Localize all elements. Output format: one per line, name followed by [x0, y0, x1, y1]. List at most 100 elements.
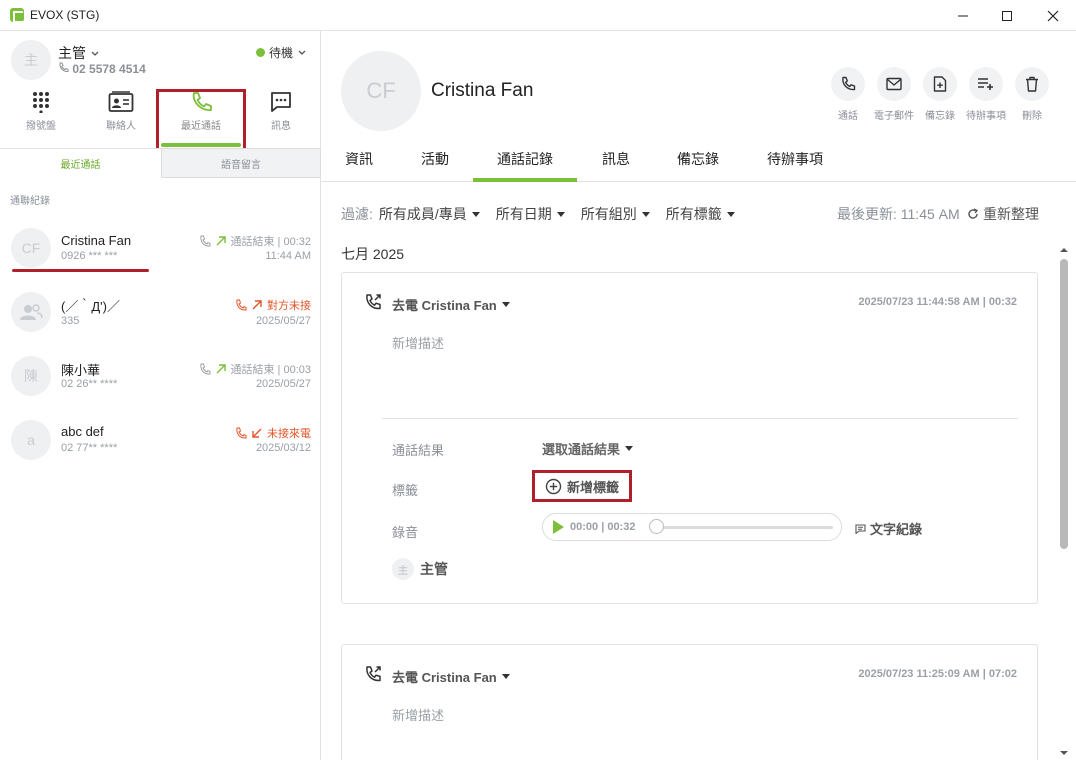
nav-messages[interactable]: 訊息 [241, 91, 321, 141]
play-icon[interactable] [553, 520, 564, 534]
group-icon [20, 304, 43, 320]
call-list-item[interactable]: 陳 陳小華 02 26** **** 通話結束 | 00:03 2025/05/… [0, 345, 321, 407]
tab-call-log[interactable]: 通話記錄 [473, 149, 577, 182]
outgoing-arrow-icon [252, 300, 262, 310]
add-tag-button[interactable]: 新增標籤 [532, 470, 632, 502]
call-time: 2025/05/27 [255, 378, 311, 390]
recording-label: 錄音 [392, 525, 419, 540]
refresh-button[interactable]: 重新整理 [967, 204, 1039, 224]
outgoing-arrow-icon [216, 236, 226, 246]
description-input[interactable]: 新增描述 [392, 705, 444, 724]
title-bar: EVOX (STG) [0, 0, 1076, 31]
email-action-button[interactable]: 電子郵件 [872, 67, 916, 122]
transcript-icon [855, 523, 866, 534]
window-title: EVOX (STG) [30, 8, 100, 22]
dialpad-icon [33, 92, 49, 113]
plus-circle-icon [545, 478, 562, 494]
caret-down-icon [501, 302, 510, 307]
tab-info[interactable]: 資訊 [345, 149, 373, 182]
tab-activity[interactable]: 活動 [421, 149, 449, 182]
call-action-button[interactable]: 通話 [826, 67, 870, 122]
note-action-button[interactable]: 備忘錄 [918, 67, 962, 122]
scroll-up-icon[interactable] [1057, 245, 1071, 255]
note-add-icon [933, 76, 947, 92]
maximize-button[interactable] [984, 0, 1030, 31]
status-dot [256, 48, 265, 57]
call-name: (／｀Д')／ [61, 299, 120, 314]
user-phone: 02 5578 4514 [58, 62, 146, 76]
audio-player: 00:00 | 00:32 [542, 513, 842, 541]
scrollbar-thumb[interactable] [1060, 259, 1068, 549]
minimize-button[interactable] [940, 0, 986, 31]
call-time: 2025/03/12 [255, 442, 311, 454]
user-name-dropdown[interactable]: 主管 [58, 43, 100, 63]
filter-label: 過濾: [341, 206, 373, 222]
call-name: 陳小華 [61, 363, 101, 378]
nav-dialpad-label: 撥號盤 [26, 121, 56, 132]
audio-seek-thumb[interactable] [649, 519, 664, 534]
month-heading: 七月 2025 [341, 246, 405, 262]
owner-name: 主管 [420, 561, 448, 577]
close-button[interactable] [1030, 0, 1076, 31]
record-title-dropdown[interactable]: 去電 Cristina Fan [392, 295, 510, 314]
caret-down-icon [625, 446, 634, 451]
tab-messages[interactable]: 訊息 [602, 149, 630, 182]
contact-name: Cristina Fan [431, 80, 534, 101]
scroll-down-icon[interactable] [1057, 748, 1071, 758]
status-dropdown[interactable]: 待機 [256, 44, 307, 61]
phone-icon [199, 235, 210, 247]
chevron-down-icon [91, 51, 99, 56]
maximize-icon [1002, 10, 1012, 21]
delete-action-button[interactable]: 刪除 [1010, 67, 1054, 122]
transcript-button[interactable]: 文字紀錄 [855, 519, 922, 538]
caret-down-icon [556, 211, 565, 217]
user-avatar[interactable]: 主 [11, 40, 51, 80]
tab-notes[interactable]: 備忘錄 [677, 149, 719, 182]
call-name: Cristina Fan [61, 233, 132, 248]
record-timestamp: 2025/07/23 11:25:09 AM | 07:02 [858, 668, 1017, 680]
tab-todos[interactable]: 待辦事項 [767, 149, 823, 182]
call-list-item[interactable]: a abc def 02 77** **** 未接來電 2025/03/12 [0, 409, 321, 471]
app-logo-icon [10, 8, 24, 23]
record-title-dropdown[interactable]: 去電 Cristina Fan [392, 667, 510, 686]
filter-groups-dropdown[interactable]: 所有組別 [581, 204, 650, 224]
caret-down-icon [726, 211, 735, 217]
subtab-voicemail[interactable]: 語音留言 [161, 148, 321, 178]
outgoing-arrow-icon [216, 364, 226, 374]
nav-messages-label: 訊息 [271, 121, 291, 132]
call-result-dropdown[interactable]: 選取通話結果 [542, 439, 634, 458]
scrollbar[interactable] [1057, 245, 1071, 760]
phone-icon [59, 62, 69, 73]
call-number: 02 26** **** [61, 378, 118, 390]
contact-tabs: 資訊 活動 通話記錄 訊息 備忘錄 待辦事項 [321, 142, 1076, 182]
filter-dates-dropdown[interactable]: 所有日期 [496, 204, 565, 224]
caret-down-icon [501, 674, 510, 679]
audio-seek-track[interactable] [657, 526, 833, 529]
contact-avatar: CF [341, 51, 421, 131]
filter-members-dropdown[interactable]: 所有成員/專員 [379, 204, 480, 224]
call-number: 02 77** **** [61, 442, 118, 454]
todo-action-button[interactable]: 待辦事項 [964, 67, 1008, 122]
filter-tags-dropdown[interactable]: 所有標籤 [666, 204, 735, 224]
avatar: 陳 [11, 356, 51, 396]
outgoing-call-icon [364, 665, 382, 688]
call-list-item[interactable]: (／｀Д')／ 335 對方未接 2025/05/27 [0, 281, 321, 343]
nav-dialpad[interactable]: 撥號盤 [1, 91, 81, 141]
phone-icon [236, 427, 247, 439]
highlight-underline [12, 269, 149, 272]
last-updated: 最後更新: 11:45 AM [837, 206, 960, 222]
nav-contacts[interactable]: 聯絡人 [81, 91, 161, 141]
call-time: 11:44 AM [265, 250, 311, 262]
subtab-recent-calls[interactable]: 最近通話 [0, 148, 161, 178]
contact-detail-panel: CF Cristina Fan 通話 電子郵件 備忘錄 待辦事項 刪除 資訊 活… [321, 31, 1076, 760]
call-status: 通話結束 | 00:32 [199, 233, 311, 249]
avatar: a [11, 420, 51, 460]
description-input[interactable]: 新增描述 [392, 333, 444, 352]
call-name: abc def [61, 424, 104, 439]
phone-icon [236, 299, 247, 311]
trash-icon [1026, 76, 1038, 92]
avatar: CF [11, 228, 51, 268]
highlight-box [156, 89, 246, 154]
call-status: 對方未接 [235, 297, 311, 313]
caret-down-icon [641, 211, 650, 217]
